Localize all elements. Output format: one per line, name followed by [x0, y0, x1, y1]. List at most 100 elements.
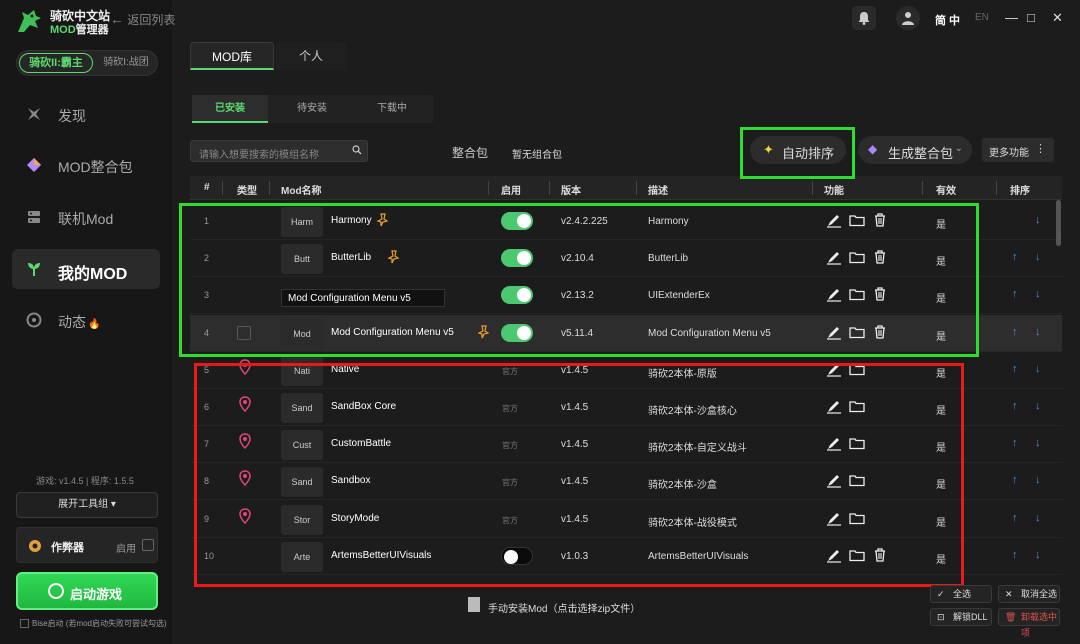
move-up-icon[interactable]: ↑ — [1012, 400, 1018, 412]
arrow-left-icon: ← — [110, 11, 124, 27]
deselect-all-button[interactable]: ✕ 取消全选 — [998, 585, 1060, 603]
file-icon — [468, 597, 480, 612]
col-name[interactable]: Mod名称 — [281, 182, 322, 197]
trash-icon: 🗑 — [1005, 612, 1017, 622]
tab-downloading[interactable]: 下载中 — [354, 95, 430, 123]
tab-personal[interactable]: 个人 — [276, 42, 346, 70]
check-icon: ✓ — [937, 589, 945, 599]
cheat-label: 作弊器 — [51, 542, 84, 554]
fire-icon: 🔥 — [88, 319, 101, 330]
nav-label: 联机Mod — [58, 211, 114, 227]
column-divider — [222, 181, 223, 195]
column-divider — [636, 181, 637, 195]
column-divider — [488, 181, 489, 195]
app-subtitle: MOD管理器 — [50, 24, 109, 36]
search-icon[interactable] — [352, 145, 362, 155]
start-game-button[interactable]: 启动游戏 — [16, 572, 158, 610]
move-up-icon[interactable]: ↑ — [1012, 288, 1018, 300]
tab-mod-library[interactable]: MOD库 — [190, 42, 274, 70]
more-functions-label: 更多功能 — [989, 148, 1029, 159]
user-avatar[interactable] — [896, 6, 920, 30]
manual-install-label: 手动安装Mod（点击选择zip文件） — [488, 604, 641, 615]
move-down-icon[interactable]: ↓ — [1035, 251, 1041, 263]
manual-install-button[interactable]: 手动安装Mod（点击选择zip文件） — [190, 585, 918, 629]
more-functions-button[interactable]: 更多功能 ⋮ — [982, 138, 1054, 162]
lock-icon: ⊡ — [937, 612, 945, 622]
start-game-label: 启动游戏 — [70, 587, 123, 602]
table-scrollbar[interactable] — [1056, 200, 1061, 246]
column-divider — [549, 181, 550, 195]
close-button[interactable]: ✕ — [1052, 10, 1063, 26]
move-up-icon[interactable]: ↑ — [1012, 251, 1018, 263]
bell-icon — [858, 12, 870, 25]
column-divider — [812, 181, 813, 195]
move-up-icon[interactable]: ↑ — [1012, 437, 1018, 449]
move-down-icon[interactable]: ↓ — [1035, 400, 1041, 412]
move-down-icon[interactable]: ↓ — [1035, 437, 1041, 449]
move-down-icon[interactable]: ↓ — [1035, 363, 1041, 375]
nav-online-mod[interactable]: 联机Mod — [12, 197, 160, 237]
col-enabled: 启用 — [501, 186, 521, 197]
tab-installed[interactable]: 已安装 — [192, 95, 268, 123]
bise-launch-option[interactable]: Bise启动 (若mod启动失败可尝试勾选) — [20, 618, 167, 629]
move-down-icon[interactable]: ↓ — [1035, 549, 1041, 561]
col-valid: 有效 — [936, 186, 956, 197]
sprout-icon — [28, 263, 40, 276]
back-to-list-link[interactable]: ← 返回列表 — [110, 11, 175, 28]
nav-my-mod[interactable]: 我的MOD — [12, 249, 160, 289]
diamond-icon: ◆ — [868, 142, 878, 156]
pack-value[interactable]: 暂无组合包 — [512, 146, 562, 161]
nav-label: 发现 — [58, 108, 86, 124]
move-down-icon[interactable]: ↓ — [1035, 326, 1041, 338]
select-all-button[interactable]: ✓ 全选 — [930, 585, 992, 603]
tab-to-install[interactable]: 待安装 — [274, 95, 350, 123]
move-down-icon[interactable]: ↓ — [1035, 512, 1041, 524]
nav-feed[interactable]: 动态 🔥 — [12, 300, 160, 340]
uninstall-selected-button[interactable]: 🗑 卸载选中项 — [998, 608, 1060, 638]
diamond-icon — [27, 158, 41, 172]
move-up-icon[interactable]: ↑ — [1012, 363, 1018, 375]
search-input[interactable]: 请输入想要搜索的模组名称 — [190, 140, 368, 162]
gear-icon — [29, 540, 41, 552]
move-up-icon[interactable]: ↑ — [1012, 326, 1018, 338]
cheat-enable-checkbox[interactable] — [142, 539, 154, 551]
move-down-icon[interactable]: ↓ — [1035, 288, 1041, 300]
expand-toolbar-button[interactable]: 展开工具组 ▾ — [16, 492, 158, 518]
highlight-box-auto-sort — [740, 127, 855, 179]
bise-checkbox[interactable] — [20, 619, 29, 629]
col-type: 类型 — [237, 186, 257, 197]
move-up-icon[interactable]: ↑ — [1012, 512, 1018, 524]
chat-icon — [26, 312, 42, 328]
notification-button[interactable] — [852, 6, 876, 30]
generate-pack-button[interactable]: ◆ 生成整合包 ⌄ — [858, 136, 972, 164]
close-icon: ✕ — [1005, 589, 1013, 599]
minimize-button[interactable]: — — [1005, 10, 1018, 25]
discover-icon — [28, 108, 40, 120]
pack-label: 整合包 — [452, 146, 489, 160]
nav-label: 动态 🔥 — [58, 314, 101, 330]
unlock-dll-button[interactable]: ⊡ 解锁DLL — [930, 608, 992, 626]
lang-en[interactable]: EN — [975, 12, 989, 23]
maximize-button[interactable]: □ — [1027, 10, 1035, 25]
column-divider — [922, 181, 923, 195]
game-switch-bannerlord[interactable]: 骑砍II:霸主 — [19, 53, 93, 73]
move-down-icon[interactable]: ↓ — [1035, 474, 1041, 486]
version-info: 游戏: v1.4.5 | 程序: 1.5.5 — [36, 476, 134, 486]
game-switch: 骑砍II:霸主 骑砍I:战团 — [16, 50, 158, 76]
highlight-box-user-mods — [179, 203, 979, 357]
cheat-panel: 作弊器 启用 — [16, 527, 158, 563]
column-divider — [996, 181, 997, 195]
nav-discover[interactable]: 发现 — [12, 94, 160, 134]
move-up-icon[interactable]: ↑ — [1012, 549, 1018, 561]
move-up-icon[interactable]: ↑ — [1012, 474, 1018, 486]
column-divider — [269, 181, 270, 195]
table-header: # 类型 Mod名称 启用 版本 描述 功能 有效 排序 — [190, 176, 1062, 200]
nav-label: MOD整合包 — [58, 159, 133, 175]
move-down-icon[interactable]: ↓ — [1035, 214, 1041, 226]
col-functions: 功能 — [824, 186, 844, 197]
game-switch-warband[interactable]: 骑砍I:战团 — [97, 54, 155, 74]
col-description: 描述 — [648, 186, 668, 197]
nav-label: 我的MOD — [58, 266, 128, 283]
nav-mod-pack[interactable]: MOD整合包 — [12, 145, 160, 185]
lang-zh[interactable]: 简 中 — [935, 12, 960, 28]
